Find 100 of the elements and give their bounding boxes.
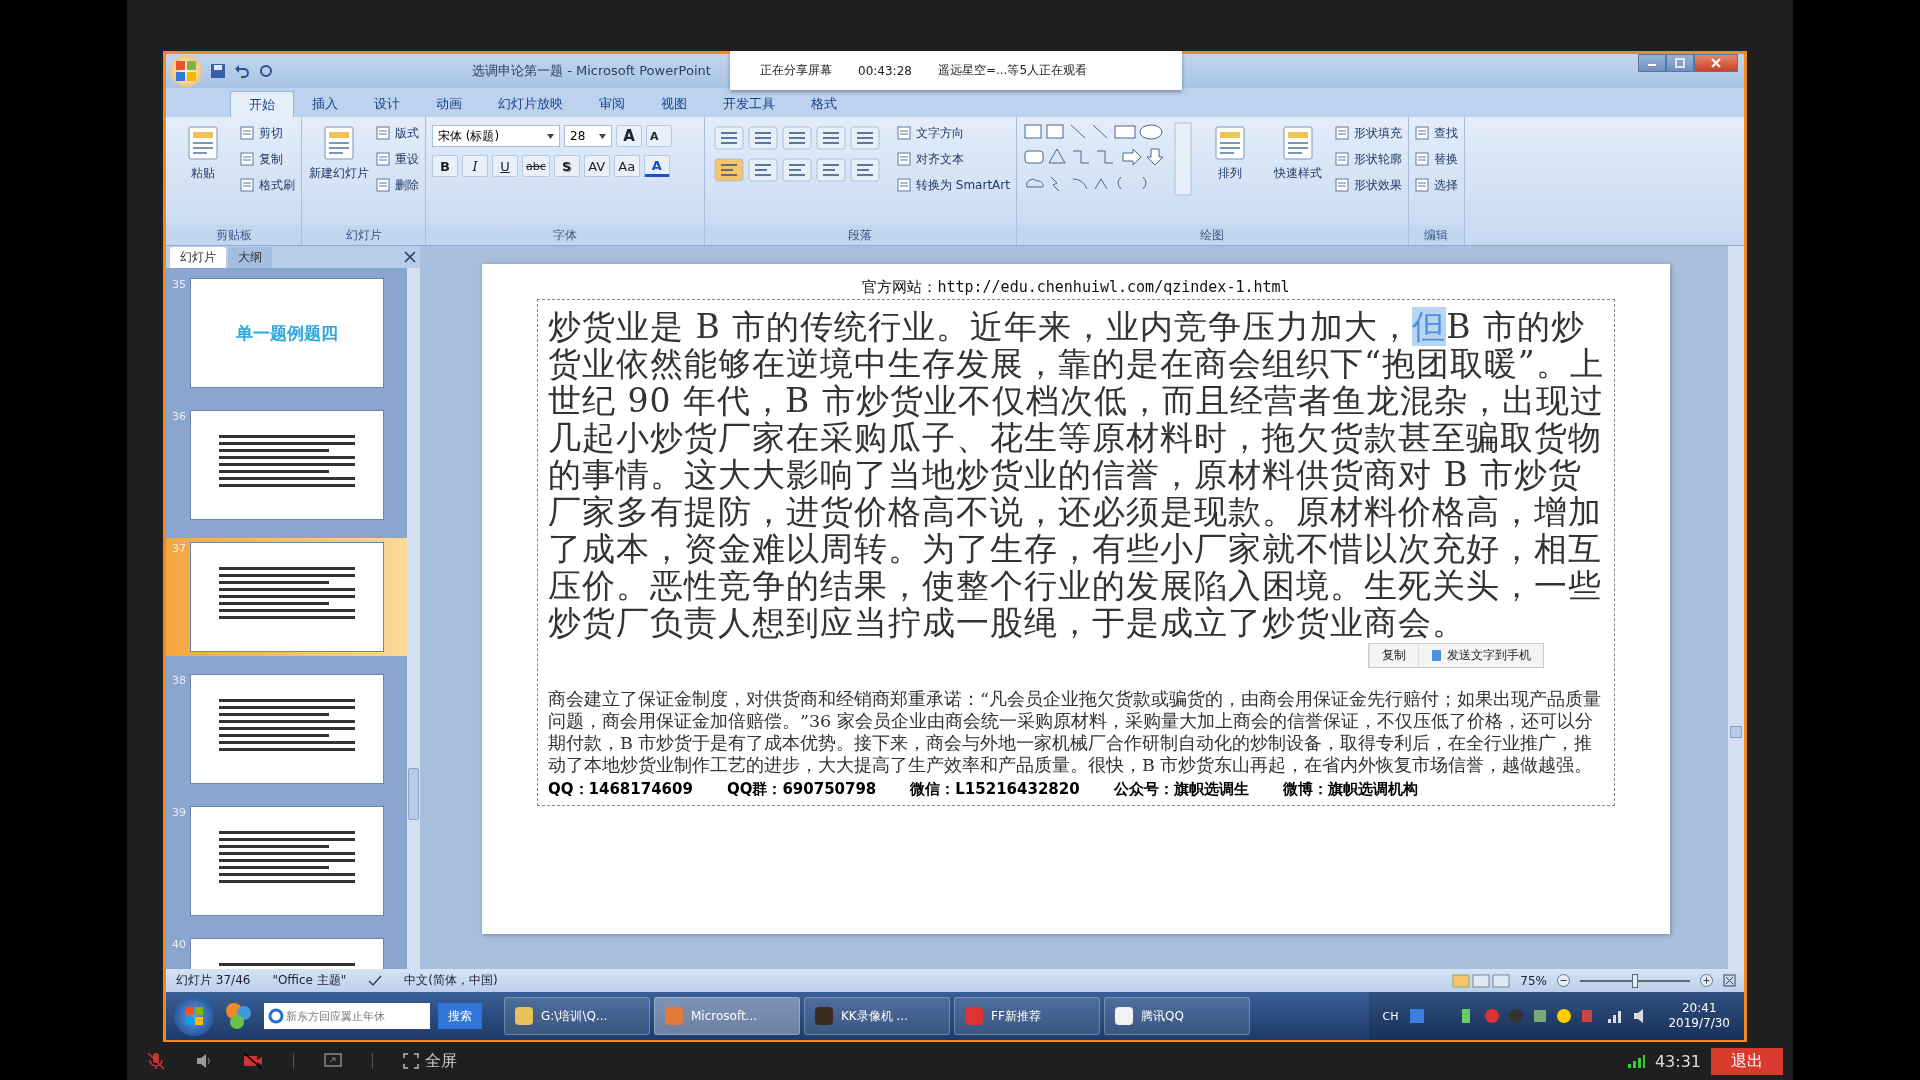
taskbar-button[interactable]: FF新推荐 <box>954 997 1100 1035</box>
ribbon-button[interactable]: 新建幻灯片 <box>308 121 370 182</box>
ribbon-button[interactable]: 剪切 <box>240 123 295 143</box>
office-button[interactable] <box>170 55 202 87</box>
format-button[interactable]: Aa <box>613 155 640 177</box>
scrollbar[interactable] <box>1728 246 1744 969</box>
undo-icon[interactable] <box>234 63 250 79</box>
slide-number: 35 <box>171 278 186 293</box>
ribbon-tab[interactable]: 动画 <box>418 91 480 117</box>
close-icon <box>1711 58 1721 68</box>
close-icon[interactable] <box>404 251 416 263</box>
slide-thumbnail[interactable] <box>190 410 384 520</box>
copy-menu-item[interactable]: 复制 <box>1369 644 1418 667</box>
format-button[interactable]: A <box>646 125 672 147</box>
screen-share-icon[interactable] <box>324 1053 342 1069</box>
fullscreen-button[interactable]: 全屏 <box>403 1050 457 1072</box>
app-icon <box>1113 1005 1135 1027</box>
document-icon <box>1334 178 1349 192</box>
format-button[interactable]: S <box>553 155 580 177</box>
search-field[interactable]: 新东方回应翼止年休 <box>286 1003 430 1029</box>
zoom-out-icon[interactable] <box>1557 974 1570 987</box>
phone-icon <box>1431 649 1442 662</box>
thumbnail-title: 单一题例题四 <box>236 321 338 345</box>
save-icon[interactable] <box>210 63 226 79</box>
ribbon-button[interactable]: 选择 <box>1414 175 1458 195</box>
spellcheck-icon[interactable] <box>368 974 383 987</box>
ribbon-button[interactable]: 文字方向 <box>897 123 1010 143</box>
ribbon-tab[interactable]: 幻灯片放映 <box>480 91 581 117</box>
ribbon-button[interactable]: 替换 <box>1414 149 1458 169</box>
ribbon-button[interactable]: 粘贴 <box>172 121 234 182</box>
ribbon-button[interactable]: 形状填充 <box>1334 123 1402 143</box>
clock-date: 2019/7/30 <box>1668 1016 1730 1031</box>
document-icon <box>240 152 254 166</box>
close-button[interactable] <box>1694 54 1738 72</box>
ribbon-button[interactable]: 复制 <box>240 149 295 169</box>
microphone-muted-icon[interactable] <box>147 1052 165 1070</box>
ribbon-button[interactable]: 查找 <box>1414 123 1458 143</box>
camera-off-icon[interactable] <box>243 1052 263 1070</box>
language-label: 中文(简体，中国) <box>404 972 498 989</box>
slide-thumbnail[interactable] <box>190 674 384 784</box>
slide-number: 40 <box>171 938 186 953</box>
ribbon-button[interactable]: 转换为 SmartArt <box>897 175 1010 195</box>
slide-thumbnail[interactable] <box>190 542 384 652</box>
share-status: 正在分享屏幕 <box>760 62 832 79</box>
viewer-count: 遥远星空=...等5人正在观看 <box>937 62 1088 79</box>
elapsed-time: 43:31 <box>1654 1051 1701 1071</box>
dropdown-field[interactable]: 28 <box>564 125 612 147</box>
send-to-phone-menu-item[interactable]: 发送文字到手机 <box>1418 644 1543 667</box>
document-icon <box>1212 125 1247 161</box>
ribbon-button[interactable]: 对齐文本 <box>897 149 1010 169</box>
taskbar-button[interactable]: G:\培训\Q... <box>504 997 650 1035</box>
format-button[interactable]: I <box>462 155 488 177</box>
document-icon <box>376 178 390 192</box>
input-language[interactable]: CH <box>1382 1009 1399 1023</box>
start-button[interactable] <box>174 996 214 1036</box>
format-button[interactable]: U <box>492 155 518 177</box>
ribbon-button[interactable]: 删除 <box>376 175 419 195</box>
ribbon-tab[interactable]: 格式 <box>793 91 855 117</box>
maximize-button[interactable] <box>1666 54 1694 72</box>
format-button[interactable]: A <box>616 125 642 147</box>
scrollbar[interactable] <box>407 268 420 969</box>
ribbon-button[interactable]: 快速样式 <box>1266 121 1329 182</box>
search-button[interactable]: 搜索 <box>438 1003 482 1029</box>
dropdown-field[interactable]: 宋体 (标题) <box>432 125 560 147</box>
contact-info: 微信：L15216432820 <box>910 780 1080 799</box>
ribbon-tab[interactable]: 插入 <box>294 91 356 117</box>
ribbon-button[interactable]: 格式刷 <box>240 175 295 195</box>
clock-time: 20:41 <box>1681 1001 1717 1016</box>
ribbon-button[interactable]: 重设 <box>376 149 419 169</box>
document-icon <box>1414 178 1429 192</box>
format-button[interactable]: abc <box>522 155 550 177</box>
ribbon-button[interactable]: 形状效果 <box>1334 175 1402 195</box>
document-icon <box>376 152 390 166</box>
ribbon-button[interactable]: 形状轮廓 <box>1334 149 1402 169</box>
ribbon-tab[interactable]: 审阅 <box>581 91 643 117</box>
format-button[interactable]: B <box>432 155 458 177</box>
fit-window-icon[interactable] <box>1723 974 1736 987</box>
taskbar-button[interactable]: 腾讯QQ <box>1104 997 1250 1035</box>
ribbon-tab[interactable]: 视图 <box>643 91 705 117</box>
format-button[interactable]: A <box>643 155 670 177</box>
ribbon-tab[interactable]: 开始 <box>230 91 294 117</box>
ribbon-button[interactable]: 排列 <box>1198 121 1261 182</box>
speaker-icon[interactable] <box>195 1052 213 1070</box>
group-label: 字体 <box>426 225 704 245</box>
ribbon-tab[interactable]: 设计 <box>356 91 418 117</box>
document-icon <box>186 125 220 161</box>
document-icon <box>1414 152 1429 166</box>
document-icon <box>322 125 356 161</box>
ribbon-tab[interactable]: 开发工具 <box>705 91 793 117</box>
windows-logo-icon <box>183 1005 205 1027</box>
minimize-button[interactable] <box>1638 54 1666 72</box>
ribbon-button[interactable]: 版式 <box>376 123 419 143</box>
pane-tab[interactable]: 幻灯片 <box>170 247 226 268</box>
zoom-in-icon[interactable] <box>1700 974 1713 987</box>
slide-thumbnail[interactable] <box>190 806 384 916</box>
exit-button[interactable]: 退出 <box>1711 1047 1783 1075</box>
pane-tab[interactable]: 大纲 <box>228 247 272 268</box>
taskbar-button[interactable]: KK录像机 ... <box>804 997 950 1035</box>
format-button[interactable]: AV <box>583 155 610 177</box>
browser-icon[interactable] <box>264 1003 286 1029</box>
